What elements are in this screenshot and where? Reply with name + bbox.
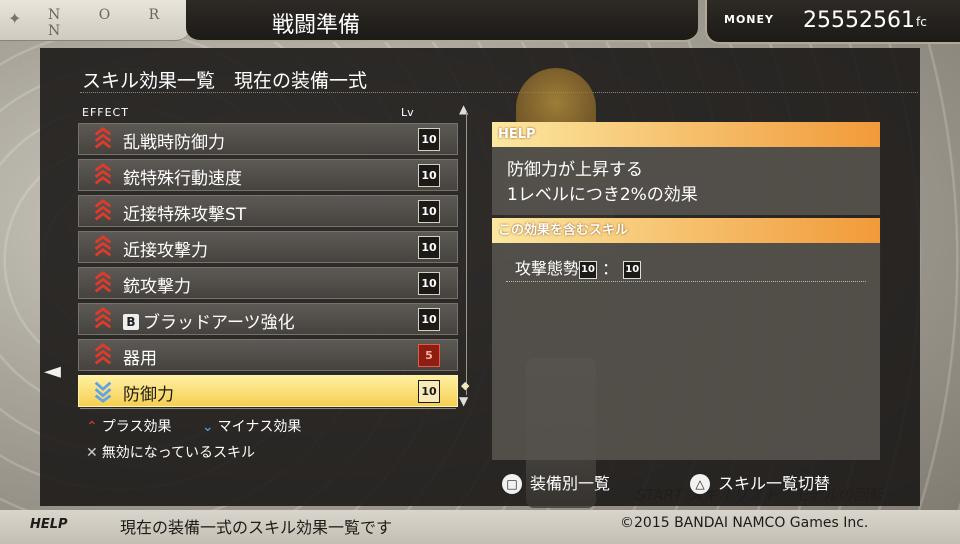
help-header: HELP xyxy=(492,122,880,147)
footer-help-message: 現在の装備一式のスキル効果一覧です xyxy=(120,518,393,537)
legend: ⌃ プラス効果 ⌄ マイナス効果 ✕ 無効になっているスキル xyxy=(86,416,301,468)
effect-name: 近接攻撃力 xyxy=(123,241,208,261)
effect-name: 銃特殊行動速度 xyxy=(123,169,242,189)
footer-help-tag: HELP xyxy=(30,517,68,532)
footer-help-bar: HELP 現在の装備一式のスキル効果一覧です ©2015 BANDAI NAMC… xyxy=(0,510,960,544)
effect-row[interactable]: 乱戦時防御力 10 xyxy=(78,123,458,155)
square-button-icon: □ xyxy=(502,474,522,494)
effect-level: 10 xyxy=(418,236,440,259)
effect-row[interactable]: 防御力 10 xyxy=(78,375,458,407)
plus-chevron-icon xyxy=(94,271,112,293)
effect-row[interactable]: B ブラッドアーツ強化 10 xyxy=(78,303,458,335)
money-display: MONEY 25552561 fc xyxy=(705,0,960,44)
disabled-x-icon: ✕ xyxy=(86,445,98,461)
divider xyxy=(80,408,456,409)
blood-arts-icon: B xyxy=(123,314,139,330)
scroll-down-icon[interactable]: ▼ xyxy=(459,394,468,408)
effect-row[interactable]: 銃攻撃力 10 xyxy=(78,267,458,299)
effect-name: 器用 xyxy=(123,349,157,369)
selection-cursor-icon: ◄ xyxy=(44,359,61,384)
legend-disabled: 無効になっているスキル xyxy=(101,445,256,461)
help-body: 防御力が上昇する 1レベルにつき2%の効果 xyxy=(492,147,880,215)
plus-chevron-icon xyxy=(94,199,112,221)
effect-name: 近接特殊攻撃ST xyxy=(123,205,247,225)
effect-level: 10 xyxy=(418,308,440,331)
skill-level-badge: 10 xyxy=(623,261,642,279)
effect-level: 10 xyxy=(418,128,440,151)
switch-skill-list-label: スキル一覧切替 xyxy=(718,474,831,493)
skill-entry: 攻撃態勢 10 ： 10 xyxy=(515,255,642,279)
divider xyxy=(506,281,866,282)
logo-emblem-icon: ✦ xyxy=(8,9,22,28)
plus-chevron-icon xyxy=(94,163,112,185)
minus-chevron-icon: ⌄ xyxy=(201,419,214,435)
switch-skill-list-button[interactable]: △ スキル一覧切替 xyxy=(690,470,830,494)
help-line-2: 1レベルにつき2%の効果 xyxy=(507,185,698,205)
effect-row[interactable]: 銃特殊行動速度 10 xyxy=(78,159,458,191)
plus-chevron-icon: ⌃ xyxy=(86,419,98,435)
logo-area: ✦ N O R N xyxy=(0,0,190,41)
related-skills-header: この効果を含むスキル xyxy=(492,218,880,243)
minus-chevron-icon xyxy=(94,381,112,403)
column-header-effect: EFFECT xyxy=(82,106,129,119)
scrollbar[interactable] xyxy=(466,112,467,395)
game-logo: N O R N xyxy=(48,7,177,39)
effect-row[interactable]: 器用 5 xyxy=(78,339,458,371)
equipment-list-button[interactable]: □ 装備別一覧 xyxy=(502,470,610,494)
legend-row: ✕ 無効になっているスキル xyxy=(86,442,301,462)
effect-level: 10 xyxy=(418,272,440,295)
legend-plus: プラス効果 xyxy=(101,419,172,435)
skill-effect-panel: スキル効果一覧 現在の装備一式 EFFECT Lv 乱戦時防御力 10 銃特殊行動速… xyxy=(40,48,920,508)
effect-name: B ブラッドアーツ強化 xyxy=(123,308,295,333)
effect-name: 銃攻撃力 xyxy=(123,277,191,297)
effect-level: 10 xyxy=(418,380,440,403)
screen-title: 戦闘準備 xyxy=(272,13,361,38)
plus-chevron-icon xyxy=(94,235,112,257)
effect-row[interactable]: 近接攻撃力 10 xyxy=(78,231,458,263)
effect-list: 乱戦時防御力 10 銃特殊行動速度 10 近接特殊攻撃ST 10 近接攻撃力 10 銃攻撃力 10… xyxy=(78,123,458,411)
money-unit: fc xyxy=(916,15,927,29)
money-value: 25552561 xyxy=(803,8,915,33)
equipment-list-label: 装備別一覧 xyxy=(530,474,611,493)
scroll-thumb[interactable]: ◆ xyxy=(461,379,469,392)
triangle-button-icon: △ xyxy=(690,474,710,494)
effect-level: 10 xyxy=(418,200,440,223)
copyright-notice: ©2015 BANDAI NAMCO Games Inc. xyxy=(620,515,869,531)
effect-level: 5 xyxy=(418,344,440,367)
related-skills-body: 攻撃態勢 10 ： 10 xyxy=(492,243,880,460)
effect-level: 10 xyxy=(418,164,440,187)
effect-row[interactable]: 近接特殊攻撃ST 10 xyxy=(78,195,458,227)
help-line-1: 防御力が上昇する xyxy=(507,160,643,180)
legend-row: ⌃ プラス効果 ⌄ マイナス効果 xyxy=(86,416,301,436)
plus-chevron-icon xyxy=(94,343,112,365)
plus-chevron-icon xyxy=(94,307,112,329)
skill-level-badge: 10 xyxy=(579,261,598,279)
effect-name: 乱戦時防御力 xyxy=(123,133,225,153)
panel-title: スキル効果一覧 現在の装備一式 xyxy=(82,70,368,92)
skill-name: 攻撃態勢 xyxy=(515,259,580,278)
screen-title-bar: 戦闘準備 xyxy=(186,0,698,42)
effect-name: 防御力 xyxy=(123,385,174,405)
column-header-level: Lv xyxy=(401,106,414,119)
legend-minus: マイナス効果 xyxy=(217,419,302,435)
money-label: MONEY xyxy=(724,13,774,26)
skill-separator: ： xyxy=(602,259,619,278)
plus-chevron-icon xyxy=(94,127,112,149)
